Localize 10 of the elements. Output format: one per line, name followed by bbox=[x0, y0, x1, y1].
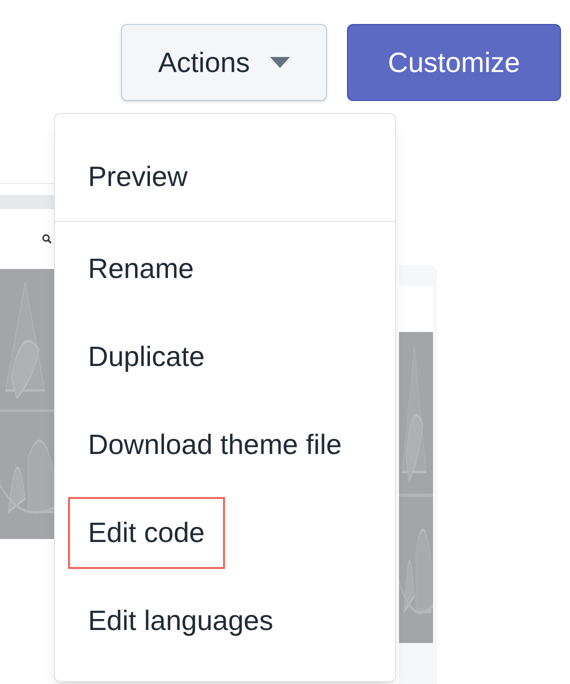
customize-button[interactable]: Customize bbox=[347, 24, 561, 101]
search-icon bbox=[42, 234, 52, 244]
menu-item[interactable]: Edit code bbox=[68, 497, 225, 569]
actions-button[interactable]: Actions bbox=[121, 24, 327, 101]
menu-item[interactable]: Edit languages bbox=[68, 585, 294, 657]
menu-item[interactable]: Rename bbox=[68, 233, 214, 305]
menu-item[interactable]: Download theme file bbox=[68, 409, 362, 481]
caret-icon bbox=[270, 56, 290, 68]
menu-item[interactable]: Preview bbox=[68, 141, 208, 213]
menu-item[interactable]: Duplicate bbox=[68, 321, 225, 393]
